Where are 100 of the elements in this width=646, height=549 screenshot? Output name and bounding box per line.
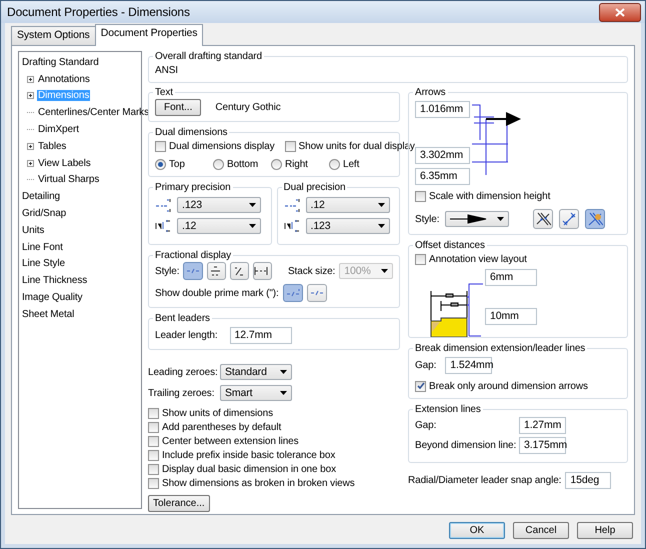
radio-label[interactable]: Bottom [227, 158, 258, 170]
checkbox-label[interactable]: Display dual basic dimension in one box [162, 464, 336, 474]
text-field[interactable]: 10mm [485, 308, 537, 325]
checkbox[interactable] [148, 478, 159, 488]
tree-item[interactable]: Sheet Metal [21, 308, 76, 320]
radio-button[interactable] [213, 158, 224, 170]
tab[interactable]: Document Properties [94, 24, 204, 46]
expand-icon[interactable] [27, 92, 34, 100]
tolerance-precision-icon [155, 218, 173, 234]
style-label: Style: [415, 214, 440, 224]
group-title: Offset distances [414, 240, 486, 251]
checkbox[interactable] [415, 254, 426, 264]
checkbox[interactable] [148, 436, 159, 446]
checkbox[interactable] [284, 140, 296, 152]
checkbox-label[interactable]: Dual dimensions display [169, 140, 275, 152]
tree-item[interactable]: View Labels [37, 158, 92, 169]
font-button[interactable]: Font... [155, 99, 202, 116]
dropdown[interactable]: Smart [220, 385, 292, 401]
text-field[interactable]: 12.7mm [230, 327, 292, 344]
field-label: Beyond dimension line: [415, 440, 518, 451]
group-title: Fractional display [154, 250, 232, 261]
text-field[interactable]: 1.27mm [519, 417, 566, 434]
checkbox[interactable] [148, 464, 159, 474]
field-label: Gap: [415, 420, 438, 431]
checkbox-label[interactable]: Show units for dual display [298, 140, 415, 152]
text-field[interactable]: 15deg [565, 472, 612, 489]
group-title: Dual precision [282, 182, 346, 193]
caret-icon [378, 203, 384, 207]
stack-size-label: Stack size: [288, 266, 336, 276]
radio-button[interactable] [155, 158, 166, 170]
tree-item[interactable]: Annotations [37, 74, 91, 85]
checkbox-label[interactable]: Show dimensions as broken in broken views [162, 478, 355, 488]
text-field[interactable]: 3.175mm [519, 437, 566, 454]
tree-item[interactable]: Grid/Snap [21, 208, 68, 220]
checkbox-label[interactable]: Scale with dimension height [429, 190, 550, 202]
text-field[interactable]: 6mm [485, 269, 537, 286]
checkbox[interactable] [148, 422, 159, 432]
caret-icon [381, 269, 388, 273]
caret-icon [249, 224, 256, 228]
dialog-button[interactable]: Help [577, 522, 633, 539]
text-field[interactable]: 1.016mm [415, 101, 470, 118]
group-title: Bent leaders [154, 313, 211, 324]
fraction-style-button[interactable] [230, 262, 249, 280]
checkbox-label[interactable]: Center between extension lines [162, 436, 299, 446]
prime-style-button[interactable] [282, 284, 303, 302]
prime-style-button[interactable] [306, 284, 327, 302]
checkbox[interactable] [148, 408, 159, 418]
checkbox-label[interactable]: Break only around dimension arrows [429, 380, 588, 392]
dropdown[interactable]: .123 [177, 197, 261, 213]
window-title: Document Properties - Dimensions [7, 5, 191, 19]
dropdown[interactable]: Standard [220, 364, 292, 380]
group-title: Text [154, 87, 174, 98]
expand-icon[interactable] [27, 142, 34, 150]
checkbox-label[interactable]: Show units of dimensions [162, 408, 273, 418]
tree-item[interactable]: Detailing [21, 191, 62, 202]
dropdown[interactable]: .12 [306, 197, 390, 213]
expand-icon[interactable] [27, 160, 34, 167]
dialog-button[interactable]: Cancel [513, 522, 569, 539]
tree-item[interactable]: Tables [37, 140, 68, 152]
checkbox-label[interactable]: Annotation view layout [429, 254, 527, 264]
arrow-placement-button[interactable] [559, 209, 580, 229]
field-label: Leading zeroes: [148, 366, 219, 378]
tree-item[interactable]: Line Font [21, 242, 64, 253]
radio-label[interactable]: Top [169, 158, 185, 170]
tab[interactable]: System Options [11, 26, 96, 45]
radio-button[interactable] [271, 158, 282, 170]
tree-item[interactable]: Image Quality [21, 292, 84, 304]
tree-item[interactable]: Line Style [21, 258, 66, 270]
dropdown[interactable]: .123 [306, 218, 390, 234]
tree-item[interactable]: DimXpert [37, 124, 80, 136]
arrow-placement-icon [535, 211, 552, 227]
style-label: Style: [155, 266, 180, 276]
text-field[interactable]: 3.302mm [415, 147, 470, 164]
arrow-placement-button[interactable] [585, 209, 606, 229]
checkbox[interactable] [415, 380, 426, 392]
standard-value: ANSI [155, 64, 179, 77]
text-field[interactable]: 1.524mm [445, 357, 492, 374]
arrow-style-dropdown[interactable] [445, 211, 510, 227]
text-field[interactable]: 6.35mm [415, 168, 470, 185]
checkbox[interactable] [148, 450, 159, 460]
dropdown[interactable]: .12 [177, 218, 261, 234]
checkbox[interactable] [415, 190, 426, 202]
radio-label[interactable]: Left [343, 158, 360, 170]
tolerance-button[interactable]: Tolerance... [148, 495, 210, 512]
radio-label[interactable]: Right [285, 158, 308, 170]
close-button[interactable] [599, 2, 641, 22]
tree-item[interactable]: Line Thickness [21, 275, 88, 286]
checkbox-label[interactable]: Add parentheses by default [162, 422, 282, 432]
dialog-button[interactable]: OK [449, 522, 505, 539]
radio-button[interactable] [329, 158, 340, 170]
tree-item[interactable]: Units [21, 224, 46, 236]
arrow-placement-button[interactable] [533, 209, 554, 229]
fraction-style-button[interactable] [206, 262, 226, 280]
tree-item[interactable]: Virtual Sharps [37, 174, 100, 186]
tree-item[interactable]: Drafting Standard [21, 56, 100, 68]
fraction-style-button[interactable] [252, 262, 272, 280]
checkbox[interactable] [155, 140, 166, 152]
tree-item[interactable]: Centerlines/Center Marks [37, 107, 150, 118]
expand-icon[interactable] [27, 76, 34, 83]
checkbox-label[interactable]: Include prefix inside basic tolerance box [162, 450, 336, 460]
